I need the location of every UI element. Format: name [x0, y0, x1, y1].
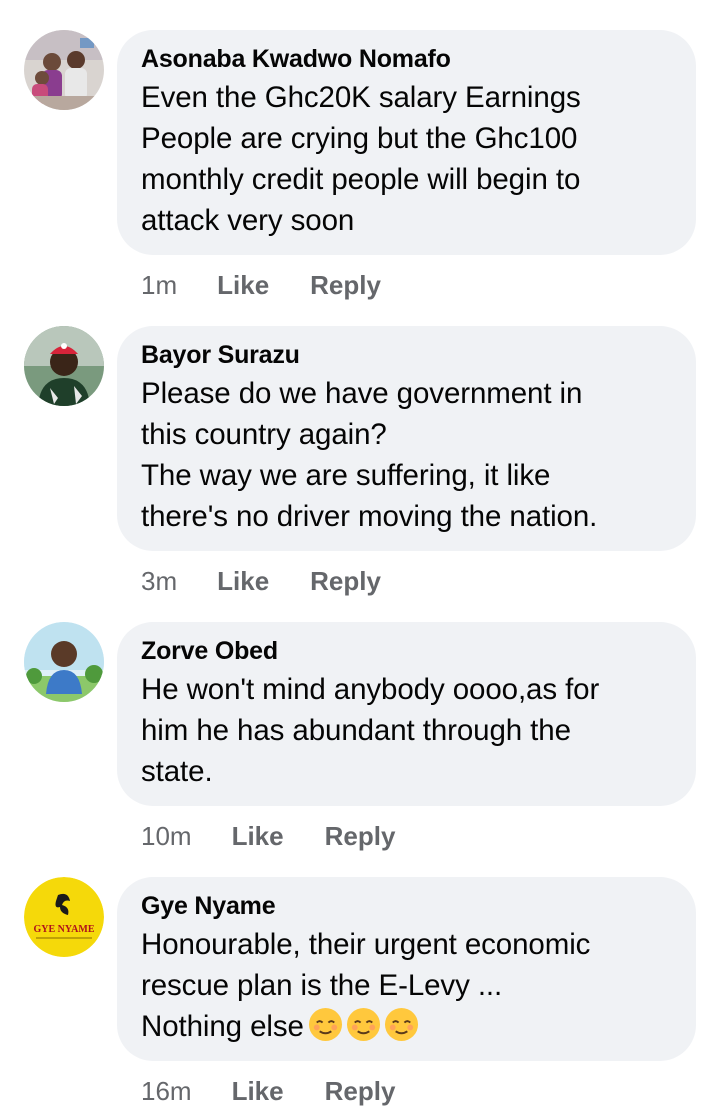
like-button[interactable]: Like: [217, 270, 269, 301]
comment-timestamp[interactable]: 3m: [141, 566, 177, 597]
logo-text: GYE NYAME: [33, 924, 94, 935]
reply-button[interactable]: Reply: [310, 566, 381, 597]
comment-author[interactable]: Asonaba Kwadwo Nomafo: [141, 45, 672, 73]
comment-actions: 16m Like Reply: [141, 1076, 395, 1107]
comment-text: Honourable, their urgent economic rescue…: [141, 924, 672, 1047]
comment-bubble: Asonaba Kwadwo Nomafo Even the Ghc20K sa…: [117, 30, 696, 255]
comment-bubble: Zorve Obed He won't mind anybody oooo,as…: [117, 622, 696, 806]
avatar[interactable]: [24, 30, 104, 110]
comment-author[interactable]: Zorve Obed: [141, 637, 672, 665]
relieved-face-emoji-icon: [308, 1007, 342, 1042]
comment-timestamp[interactable]: 16m: [141, 1076, 192, 1107]
comment-timestamp[interactable]: 10m: [141, 821, 192, 852]
man-outdoors-avatar-icon: [24, 622, 104, 702]
comment-author[interactable]: Gye Nyame: [141, 892, 672, 920]
comment-actions: 10m Like Reply: [141, 821, 395, 852]
comment-text: Please do we have government in this cou…: [141, 377, 598, 533]
comment-author[interactable]: Bayor Surazu: [141, 341, 672, 369]
comment-actions: 3m Like Reply: [141, 566, 381, 597]
reply-button[interactable]: Reply: [310, 270, 381, 301]
reply-button[interactable]: Reply: [325, 821, 396, 852]
reply-button[interactable]: Reply: [325, 1076, 396, 1107]
relieved-face-emoji-icon: [346, 1007, 380, 1042]
comment-actions: 1m Like Reply: [141, 270, 381, 301]
comment-bubble: Gye Nyame Honourable, their urgent econo…: [117, 877, 696, 1061]
like-button[interactable]: Like: [232, 821, 284, 852]
group-photo-avatar-icon: [24, 30, 104, 110]
comment-text: He won't mind anybody oooo,as for him he…: [141, 673, 600, 788]
comment-timestamp[interactable]: 1m: [141, 270, 177, 301]
avatar[interactable]: [24, 326, 104, 406]
like-button[interactable]: Like: [232, 1076, 284, 1107]
like-button[interactable]: Like: [217, 566, 269, 597]
relieved-face-emoji-icon: [384, 1007, 418, 1042]
comment-text: Even the Ghc20K salary Earnings People a…: [141, 81, 581, 237]
avatar[interactable]: GYE NYAME: [24, 877, 104, 957]
man-in-red-cap-avatar-icon: [24, 326, 104, 406]
gye-nyame-logo-avatar-icon: GYE NYAME: [24, 877, 104, 957]
emoji-group: [308, 1007, 419, 1042]
avatar[interactable]: [24, 622, 104, 702]
comment-bubble: Bayor Surazu Please do we have governmen…: [117, 326, 696, 551]
